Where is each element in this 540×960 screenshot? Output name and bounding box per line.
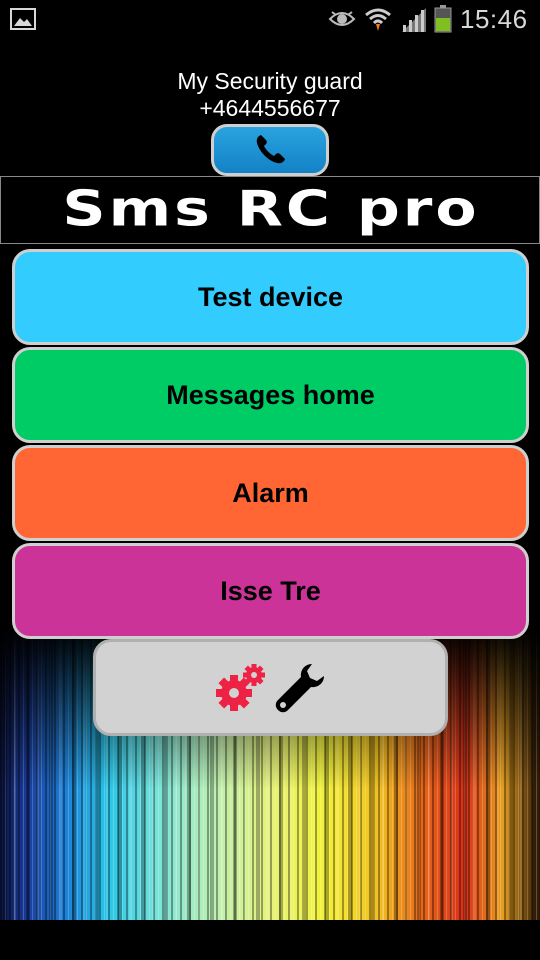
isse-tre-label: Isse Tre [220,575,321,606]
eye-icon [328,11,356,26]
status-time: 15:46 [460,4,528,34]
gallery-icon [10,8,36,30]
test-device-label: Test device [197,281,344,312]
bottom-bar [0,920,540,960]
messages-home-button[interactable]: Messages home [12,347,529,443]
alarm-label: Alarm [232,477,309,508]
gears-icon [215,663,265,711]
wrench-icon [275,663,324,712]
messages-home-label: Messages home [166,379,375,410]
logo-text: Sms RC pro [62,180,480,238]
alarm-button[interactable]: Alarm [12,445,529,541]
test-device-button[interactable]: Test device [12,249,529,345]
phone-icon [256,135,285,164]
contact-name: My Security guard [177,68,363,94]
isse-tre-button[interactable]: Isse Tre [12,543,529,639]
status-bar: 15:46 [0,0,540,38]
wifi-icon [365,8,391,31]
contact-phone: +4644556677 [199,95,341,121]
call-button[interactable] [211,124,329,176]
signal-icon [402,8,426,32]
settings-button[interactable] [93,639,448,736]
logo-banner: Sms RC pro [0,176,540,244]
battery-icon [434,5,452,33]
